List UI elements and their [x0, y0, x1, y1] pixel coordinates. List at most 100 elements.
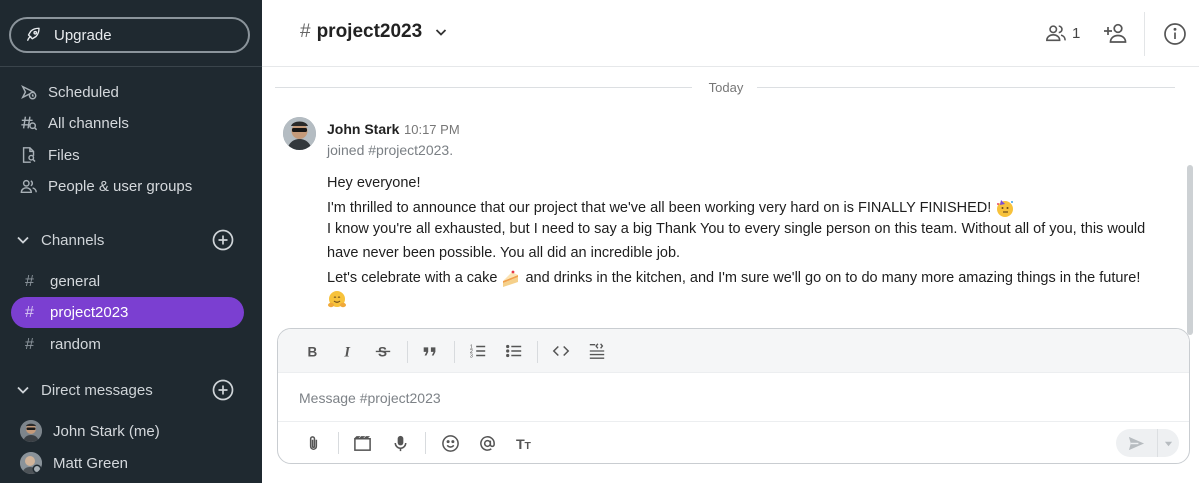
members-button[interactable]: 1	[1045, 22, 1080, 44]
dm-header-label: Direct messages	[41, 381, 153, 399]
dm-name: Matt Green	[53, 454, 129, 472]
message-text: I'm thrilled to announce that our projec…	[327, 199, 992, 216]
sidebar-item-dm-john-stark[interactable]: John Stark (me)	[20, 416, 250, 446]
toolbar-divider	[454, 341, 455, 363]
quote-icon[interactable]	[420, 341, 440, 361]
add-member-icon[interactable]	[1103, 22, 1129, 44]
avatar	[20, 420, 42, 442]
video-icon[interactable]	[351, 432, 373, 454]
chevron-down-icon	[16, 233, 30, 247]
dm-name: John Stark (me)	[53, 422, 160, 440]
chevron-down-icon	[16, 383, 30, 397]
divider-line	[757, 87, 1175, 88]
system-message: joined #project2023.	[327, 142, 454, 158]
message-text: Let's celebrate with a cake	[327, 269, 498, 286]
channel-header: # project2023 1	[262, 0, 1199, 67]
channels-section-header[interactable]: Channels	[0, 225, 262, 255]
header-divider	[1144, 12, 1145, 56]
sidebar-item-scheduled[interactable]: Scheduled	[0, 77, 262, 107]
sidebar: Upgrade Scheduled All channels Files Peo…	[0, 0, 262, 483]
channels-header-label: Channels	[41, 231, 105, 249]
app-window: Upgrade Scheduled All channels Files Peo…	[0, 0, 1199, 483]
message-line	[327, 290, 347, 310]
message-line: have never been possible. You all did an…	[327, 245, 681, 261]
message-input[interactable]	[299, 388, 1159, 408]
message-author[interactable]: John Stark	[327, 121, 399, 137]
channel-title: project2023	[316, 21, 423, 42]
composer-actions: TT	[278, 421, 1189, 463]
rocket-icon	[24, 26, 42, 44]
sidebar-item-all-channels[interactable]: All channels	[0, 108, 262, 138]
toolbar-divider	[425, 432, 426, 454]
hash-icon: #	[25, 303, 34, 321]
dm-section-header[interactable]: Direct messages	[0, 375, 262, 405]
toolbar-divider	[537, 341, 538, 363]
cake-emoji-icon	[501, 268, 521, 288]
chevron-down-icon	[434, 25, 448, 39]
hash-icon: #	[25, 272, 34, 290]
caret-down-icon	[1164, 441, 1173, 446]
italic-icon[interactable]: I	[338, 341, 358, 361]
hash-icon: #	[25, 335, 34, 353]
hash-icon: #	[300, 21, 311, 42]
svg-text:T: T	[524, 441, 531, 452]
info-icon[interactable]	[1163, 22, 1187, 46]
emoji-icon[interactable]	[439, 432, 461, 454]
numbered-list-icon[interactable]: 123	[468, 341, 488, 361]
sidebar-item-label: People & user groups	[48, 177, 193, 195]
code-icon[interactable]	[551, 341, 571, 361]
avatar[interactable]	[283, 117, 316, 150]
formatting-toolbar: B I S 123	[278, 329, 1189, 373]
sidebar-item-label: Files	[48, 146, 80, 164]
toolbar-divider	[338, 432, 339, 454]
channel-name: general	[50, 273, 101, 290]
svg-text:3: 3	[470, 353, 473, 359]
file-search-icon	[20, 146, 38, 164]
add-channel-icon[interactable]	[212, 229, 234, 251]
hash-search-icon	[20, 114, 38, 132]
divider-line	[275, 87, 692, 88]
microphone-icon[interactable]	[389, 432, 411, 454]
strikethrough-icon[interactable]: S	[373, 341, 393, 361]
sidebar-item-dm-matt-green[interactable]: Matt Green	[20, 448, 250, 478]
add-dm-icon[interactable]	[212, 379, 234, 401]
sidebar-item-channel-general[interactable]: # general	[11, 266, 244, 297]
sidebar-item-label: Scheduled	[48, 83, 119, 101]
sidebar-item-label: All channels	[48, 114, 129, 132]
svg-text:B: B	[308, 344, 318, 359]
members-icon	[1045, 22, 1067, 44]
sidebar-item-people[interactable]: People & user groups	[0, 171, 262, 201]
message-line: I know you're all exhausted, but I need …	[327, 221, 1146, 237]
bullet-list-icon[interactable]	[504, 341, 524, 361]
svg-text:I: I	[343, 344, 350, 360]
day-divider-label: Today	[700, 80, 752, 95]
message-composer: B I S 123	[277, 328, 1190, 464]
send-button[interactable]	[1116, 429, 1156, 457]
channel-title-button[interactable]: # project2023	[300, 21, 448, 43]
message-line: I'm thrilled to announce that our projec…	[327, 198, 1015, 218]
people-icon	[20, 177, 38, 195]
message-timestamp: 10:17 PM	[404, 122, 460, 137]
message-line: Hey everyone!	[327, 175, 421, 191]
scrollbar[interactable]	[1187, 165, 1193, 335]
message-text: and drinks in the kitchen, and I'm sure …	[525, 269, 1141, 286]
upgrade-button[interactable]: Upgrade	[9, 17, 250, 53]
sidebar-item-channel-project2023[interactable]: # project2023	[11, 297, 244, 328]
code-block-icon[interactable]	[587, 341, 607, 361]
message-line: Let's celebrate with a cake and drinks i…	[327, 268, 1140, 288]
text-format-icon[interactable]: TT	[514, 432, 536, 454]
hugging-face-emoji-icon	[327, 290, 347, 310]
sidebar-item-channel-random[interactable]: # random	[11, 329, 244, 360]
sidebar-divider	[0, 66, 262, 67]
avatar	[20, 452, 42, 474]
send-button-group	[1116, 429, 1179, 457]
scheduled-icon	[20, 83, 38, 101]
send-options-button[interactable]	[1157, 429, 1179, 457]
mention-icon[interactable]	[476, 432, 498, 454]
sidebar-item-files[interactable]: Files	[0, 140, 262, 170]
attachment-icon[interactable]	[302, 432, 324, 454]
channel-name: project2023	[50, 304, 129, 321]
bold-icon[interactable]: B	[302, 341, 322, 361]
member-count: 1	[1072, 24, 1081, 42]
channel-name: random	[50, 336, 101, 353]
